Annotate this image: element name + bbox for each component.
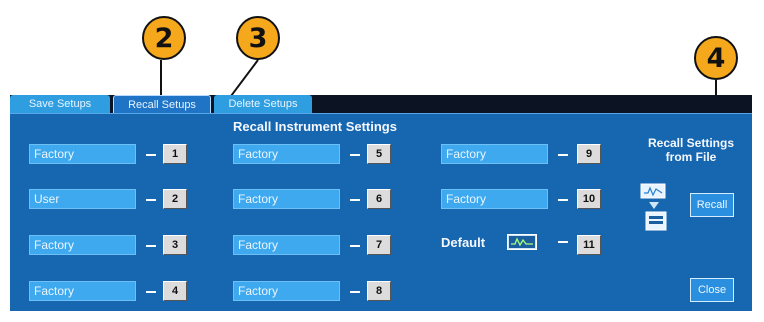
slot-label-2[interactable]: User — [29, 189, 136, 209]
slot-label-10[interactable]: Factory — [441, 189, 548, 209]
tab-recall-setups[interactable]: Recall Setups — [113, 95, 211, 113]
slot-button-8[interactable]: 8 — [367, 281, 391, 301]
slot-button-9[interactable]: 9 — [577, 144, 601, 164]
panel-title: Recall Instrument Settings — [233, 119, 397, 134]
close-button[interactable]: Close — [690, 278, 734, 302]
slot-label-9[interactable]: Factory — [441, 144, 548, 164]
slot-label-6[interactable]: Factory — [233, 189, 340, 209]
slot-button-1[interactable]: 1 — [163, 144, 187, 164]
dash — [146, 245, 156, 247]
slot-label-1[interactable]: Factory — [29, 144, 136, 164]
slot-label-8[interactable]: Factory — [233, 281, 340, 301]
slot-button-default[interactable]: 11 — [577, 235, 601, 255]
recall-panel: Recall Instrument Settings Factory 1 Use… — [10, 113, 752, 311]
slot-label-3[interactable]: Factory — [29, 235, 136, 255]
default-label: Default — [441, 235, 486, 250]
slot-label-5[interactable]: Factory — [233, 144, 340, 164]
slot-label-7[interactable]: Factory — [233, 235, 340, 255]
dash — [146, 291, 156, 293]
tab-bar: Save Setups Recall Setups Delete Setups — [10, 95, 752, 113]
tab-delete-setups[interactable]: Delete Setups — [214, 95, 312, 113]
slot-button-7[interactable]: 7 — [367, 235, 391, 255]
dash — [350, 291, 360, 293]
dash — [146, 154, 156, 156]
recall-button[interactable]: Recall — [690, 193, 734, 217]
callout-3: 3 — [236, 16, 280, 60]
dash — [350, 154, 360, 156]
callout-4: 4 — [694, 36, 738, 80]
file-section-title: Recall Settings from File — [647, 136, 735, 164]
dash — [146, 199, 156, 201]
callout-2: 2 — [142, 16, 186, 60]
slot-button-2[interactable]: 2 — [163, 189, 187, 209]
waveform-icon — [507, 234, 537, 250]
file-transfer-icon — [638, 182, 672, 232]
slot-button-3[interactable]: 3 — [163, 235, 187, 255]
dash — [350, 199, 360, 201]
dash — [558, 154, 568, 156]
slot-button-6[interactable]: 6 — [367, 189, 391, 209]
slot-button-5[interactable]: 5 — [367, 144, 391, 164]
dash — [558, 199, 568, 201]
dash — [350, 245, 360, 247]
tab-save-setups[interactable]: Save Setups — [10, 95, 110, 113]
slot-label-4[interactable]: Factory — [29, 281, 136, 301]
slot-button-4[interactable]: 4 — [163, 281, 187, 301]
slot-button-10[interactable]: 10 — [577, 189, 601, 209]
dash — [558, 241, 568, 243]
